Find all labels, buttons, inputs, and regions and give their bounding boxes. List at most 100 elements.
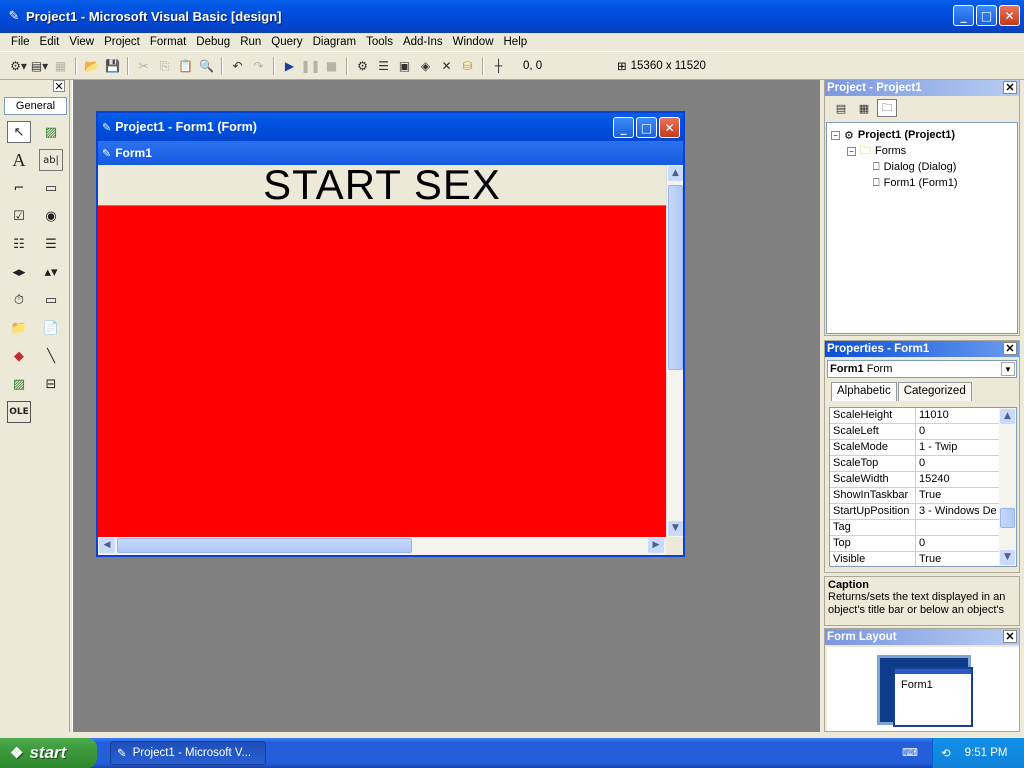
chevron-down-icon[interactable]: ▼: [1001, 362, 1015, 376]
find-icon[interactable]: 🔍: [196, 56, 217, 77]
hscrollbar-icon[interactable]: ◂▸: [7, 261, 31, 283]
scroll-down-icon[interactable]: ▼: [1000, 550, 1015, 565]
form-minimize-button[interactable]: _: [613, 117, 634, 138]
property-value[interactable]: 11010: [916, 408, 996, 423]
checkbox-icon[interactable]: ☑: [7, 205, 31, 227]
red-background-area[interactable]: [98, 206, 666, 537]
property-row[interactable]: ScaleLeft 0: [830, 424, 1016, 440]
menu-debug[interactable]: Debug: [191, 36, 235, 48]
open-project-icon[interactable]: 📂: [81, 56, 102, 77]
menu-add-ins[interactable]: Add-Ins: [398, 36, 448, 48]
scroll-up-icon[interactable]: ▲: [668, 166, 683, 181]
clock[interactable]: 9:51 PM: [965, 747, 1008, 759]
property-value[interactable]: True: [916, 488, 996, 503]
add-form-icon[interactable]: ▤▾: [29, 56, 50, 77]
pointer-icon[interactable]: ↖: [7, 121, 31, 143]
property-value[interactable]: 15240: [916, 472, 996, 487]
scroll-down-icon[interactable]: ▼: [668, 521, 683, 536]
menu-format[interactable]: Format: [145, 36, 191, 48]
view-code-icon[interactable]: ▤: [831, 99, 851, 117]
property-row[interactable]: Visible True: [830, 552, 1016, 566]
property-row[interactable]: Top 0: [830, 536, 1016, 552]
tree-node-project[interactable]: − ⚙ Project1 (Project1): [831, 127, 1017, 143]
line-icon[interactable]: ╲: [39, 345, 63, 367]
commandbutton-icon[interactable]: ▭: [39, 177, 63, 199]
form-layout-title[interactable]: Form Layout ✕: [825, 629, 1019, 645]
menu-diagram[interactable]: Diagram: [308, 36, 361, 48]
combobox-icon[interactable]: ☷: [7, 233, 31, 255]
undo-icon[interactable]: ↶: [227, 56, 248, 77]
property-row[interactable]: ScaleTop 0: [830, 456, 1016, 472]
property-row[interactable]: ScaleMode 1 - Twip: [830, 440, 1016, 456]
textbox-icon[interactable]: ab|: [39, 149, 63, 171]
frame-icon[interactable]: ⌐: [7, 177, 31, 199]
picturebox-icon[interactable]: ▨: [39, 121, 63, 143]
copy-icon[interactable]: ⎘: [154, 56, 175, 77]
break-icon[interactable]: ❚❚: [300, 56, 321, 77]
scroll-left-icon[interactable]: ◀: [99, 538, 115, 553]
optionbutton-icon[interactable]: ◉: [39, 205, 63, 227]
menu-window[interactable]: Window: [448, 36, 499, 48]
menu-help[interactable]: Help: [499, 36, 533, 48]
keyboard-icon[interactable]: ⌨: [902, 746, 918, 760]
label-icon[interactable]: A: [7, 149, 31, 171]
ole-icon[interactable]: OLE: [7, 401, 31, 423]
scroll-up-icon[interactable]: ▲: [1000, 409, 1015, 424]
form1-client-area[interactable]: START SEX: [98, 164, 666, 537]
taskbar-task-vb[interactable]: ✎ Project1 - Microsoft V...: [110, 741, 266, 765]
cut-icon[interactable]: ✂: [133, 56, 154, 77]
property-row[interactable]: StartUpPosition 3 - Windows Def: [830, 504, 1016, 520]
collapse-icon[interactable]: −: [831, 130, 840, 140]
form-maximize-button[interactable]: □: [636, 117, 657, 138]
menu-editor-icon[interactable]: ▦: [50, 56, 71, 77]
add-project-icon[interactable]: ⚙▾: [8, 56, 29, 77]
window-titlebar[interactable]: ✎ Project1 - Microsoft Visual Basic [des…: [0, 0, 1024, 33]
form-designer-window[interactable]: ✎ Project1 - Form1 (Form) _ □ ✕ ✎ Form1 …: [96, 111, 685, 557]
size-grip[interactable]: [666, 537, 683, 555]
property-value[interactable]: [916, 520, 996, 535]
tree-node-form1[interactable]: ⎕ Form1 (Form1): [831, 175, 1017, 191]
scroll-right-icon[interactable]: ▶: [648, 538, 664, 553]
project-panel-title[interactable]: Project - Project1 ✕: [825, 80, 1019, 96]
listbox-icon[interactable]: ☰: [39, 233, 63, 255]
timer-icon[interactable]: ⏱: [7, 289, 31, 311]
data-control-icon[interactable]: ⊟: [39, 373, 63, 395]
menu-file[interactable]: File: [6, 36, 35, 48]
start-icon[interactable]: ▶: [279, 56, 300, 77]
object-selector[interactable]: Form1 Form ▼: [827, 360, 1017, 378]
toggle-folders-icon[interactable]: 🗀: [877, 99, 897, 117]
menu-tools[interactable]: Tools: [361, 36, 398, 48]
tab-alphabetic[interactable]: Alphabetic: [831, 382, 897, 401]
tree-node-forms[interactable]: − 🗀 Forms: [831, 143, 1017, 159]
menu-run[interactable]: Run: [235, 36, 266, 48]
shape-icon[interactable]: ◆: [7, 345, 31, 367]
properties-scroll-thumb[interactable]: [1000, 508, 1015, 528]
project-explorer-icon[interactable]: ⚙: [352, 56, 373, 77]
tree-node-dialog[interactable]: ⎕ Dialog (Dialog): [831, 159, 1017, 175]
menu-edit[interactable]: Edit: [35, 36, 65, 48]
property-value[interactable]: 0: [916, 536, 996, 551]
form-close-button[interactable]: ✕: [659, 117, 680, 138]
property-value[interactable]: 0: [916, 424, 996, 439]
vscrollbar-icon[interactable]: ▴▾: [39, 261, 63, 283]
toolbox-icon[interactable]: ✕: [436, 56, 457, 77]
toolbox-close-button[interactable]: ✕: [53, 80, 65, 93]
properties-window-icon[interactable]: ☰: [373, 56, 394, 77]
form-horizontal-scrollbar[interactable]: ◀ ▶: [98, 537, 666, 555]
close-button[interactable]: ✕: [999, 5, 1020, 26]
property-row[interactable]: ScaleWidth 15240: [830, 472, 1016, 488]
project-panel-close-button[interactable]: ✕: [1003, 81, 1017, 94]
form1-layout-preview[interactable]: Form1: [893, 667, 973, 727]
property-row[interactable]: ShowInTaskbar True: [830, 488, 1016, 504]
filelistbox-icon[interactable]: 📄: [39, 317, 63, 339]
form-layout-icon[interactable]: ▣: [394, 56, 415, 77]
property-row[interactable]: Tag: [830, 520, 1016, 536]
form-designer-titlebar[interactable]: ✎ Project1 - Form1 (Form) _ □ ✕: [98, 113, 683, 141]
start-label[interactable]: START SEX: [98, 164, 666, 206]
save-project-icon[interactable]: 💾: [102, 56, 123, 77]
form-vertical-scrollbar[interactable]: ▲ ▼: [666, 165, 683, 537]
view-object-icon[interactable]: ▦: [854, 99, 874, 117]
property-value[interactable]: 3 - Windows Def: [916, 504, 996, 519]
menu-project[interactable]: Project: [99, 36, 145, 48]
network-icon[interactable]: ⟲: [941, 746, 951, 760]
